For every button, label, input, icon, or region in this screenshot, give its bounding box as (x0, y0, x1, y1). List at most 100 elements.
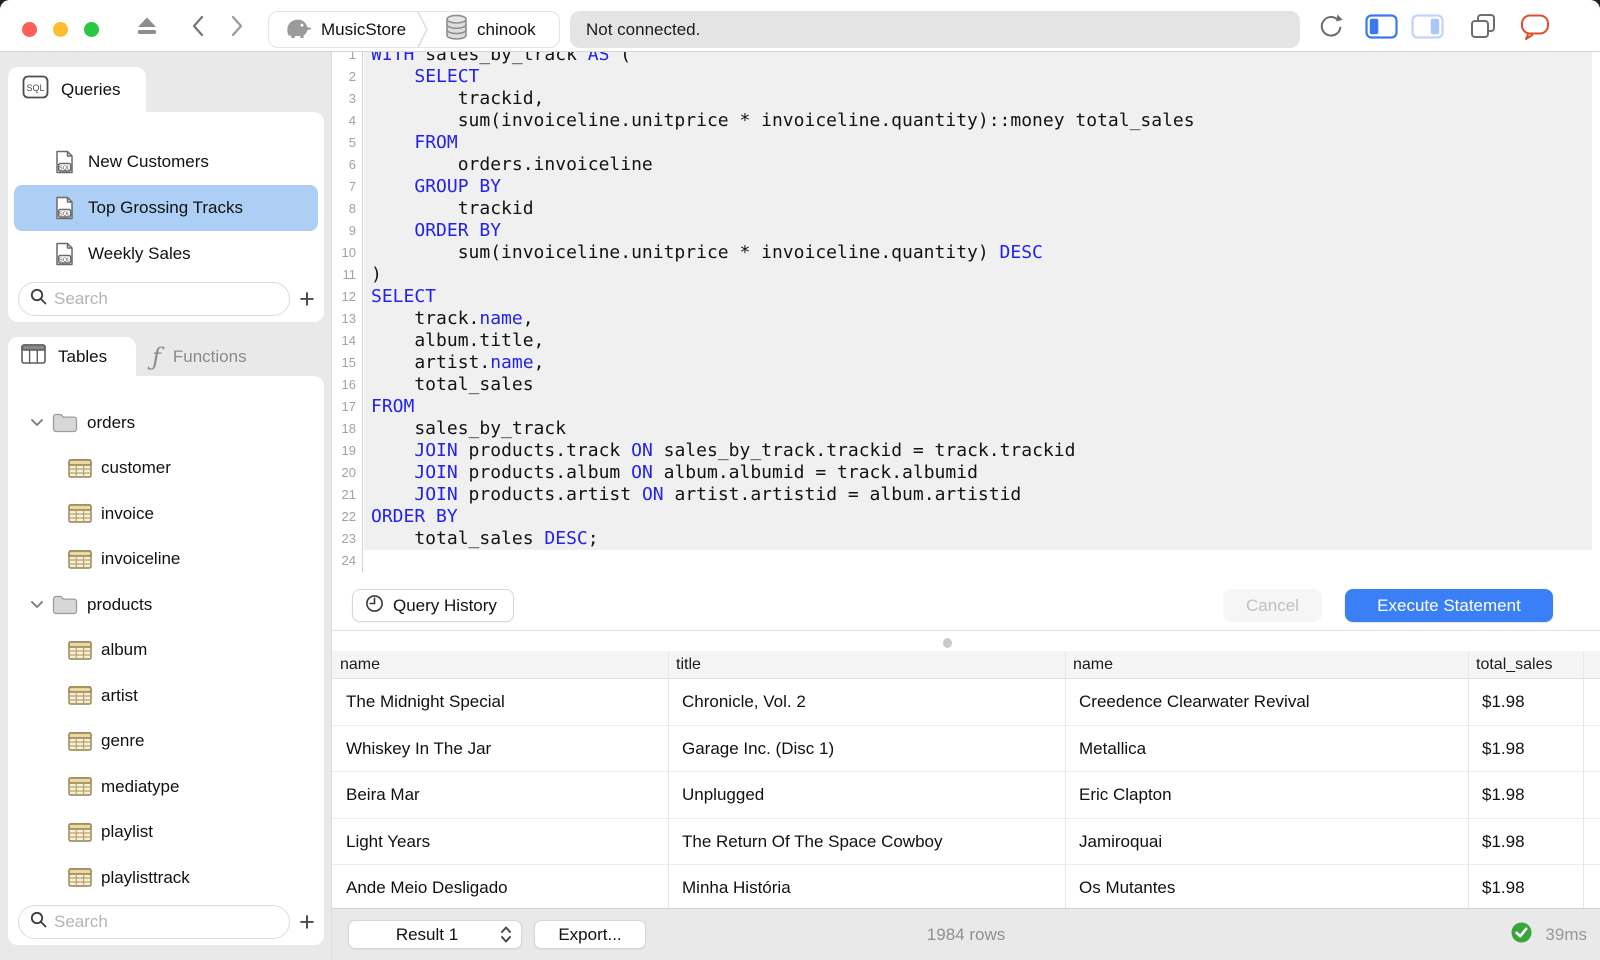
code-line[interactable]: ORDER BY (371, 506, 1600, 528)
table-cell[interactable]: Os Mutantes (1065, 865, 1468, 908)
tree-table-row[interactable]: playlist (8, 810, 324, 856)
column-divider[interactable] (1468, 651, 1469, 908)
column-divider[interactable] (668, 651, 669, 908)
eject-icon[interactable] (133, 0, 161, 52)
queries-search-input[interactable] (54, 289, 264, 309)
code-line[interactable]: sum(invoiceline.unitprice * invoiceline.… (371, 242, 1600, 264)
table-row[interactable]: Ande Meio Desligado Minha História Os Muta… (332, 865, 1600, 908)
table-row[interactable]: The Midnight Special Chronicle, Vol. 2 Cre… (332, 679, 1600, 726)
table-cell[interactable]: Jamiroquai (1065, 819, 1468, 866)
table-cell[interactable]: Creedence Clearwater Revival (1065, 679, 1468, 726)
table-cell[interactable]: $1.98 (1468, 772, 1583, 819)
table-row[interactable]: Beira Mar Unplugged Eric Clapton $1.98 (332, 772, 1600, 819)
column-header[interactable]: total_sales (1468, 651, 1553, 679)
code-line[interactable]: GROUP BY (371, 176, 1600, 198)
code-line[interactable]: album.title, (371, 330, 1600, 352)
query-list-item[interactable]: SQL Top Grossing Tracks (14, 185, 318, 231)
table-cell[interactable]: $1.98 (1468, 819, 1583, 866)
tables-search-input[interactable] (54, 912, 264, 932)
back-button[interactable] (184, 0, 212, 52)
table-cell[interactable]: $1.98 (1468, 726, 1583, 773)
tables-search-field[interactable] (18, 905, 290, 939)
query-history-button[interactable]: Query History (352, 589, 514, 622)
execute-statement-button[interactable]: Execute Statement (1345, 589, 1553, 622)
code-line[interactable]: ORDER BY (371, 220, 1600, 242)
code-line[interactable]: sum(invoiceline.unitprice * invoiceline.… (371, 110, 1600, 132)
table-cell[interactable]: $1.98 (1468, 865, 1583, 908)
close-window-button[interactable] (22, 22, 37, 37)
table-cell[interactable]: $1.98 (1468, 679, 1583, 726)
tree-table-row[interactable]: genre (8, 719, 324, 765)
table-cell[interactable]: Light Years (332, 819, 668, 866)
tree-table-row[interactable]: playlisttrack (8, 855, 324, 901)
code-line[interactable]: track.name, (371, 308, 1600, 330)
cancel-button[interactable]: Cancel (1223, 589, 1322, 622)
breadcrumb-server[interactable]: MusicStore (269, 12, 416, 47)
sql-editor[interactable]: 1 2 3 4 5 6 7 8 9 10 11 12 13 14 15 16 17 18 19 20 21 22 23 24 … (332, 52, 1600, 572)
column-divider[interactable] (1065, 651, 1066, 908)
table-cell[interactable]: The Midnight Special (332, 679, 668, 726)
code-line[interactable]: artist.name, (371, 352, 1600, 374)
code-line[interactable]: total_sales (371, 374, 1600, 396)
code-line[interactable]: JOIN products.track ON sales_by_track.tr… (371, 440, 1600, 462)
column-divider[interactable] (1583, 651, 1584, 908)
query-list-item[interactable]: SQL Weekly Sales (14, 231, 318, 277)
tree-table-row[interactable]: album (8, 628, 324, 674)
tab-tables[interactable]: Tables (8, 337, 136, 376)
tab-queries[interactable]: SQL Queries (8, 67, 146, 112)
table-cell[interactable]: Ande Meio Desligado (332, 865, 668, 908)
chevron-down-icon[interactable] (30, 600, 46, 609)
code-line[interactable]: total_sales DESC; (371, 528, 1600, 550)
forward-button[interactable] (223, 0, 251, 52)
column-header[interactable]: name (1065, 651, 1113, 679)
tree-table-row[interactable]: invoice (8, 491, 324, 537)
table-cell[interactable]: Garage Inc. (Disc 1) (668, 726, 1065, 773)
zoom-window-button[interactable] (84, 22, 99, 37)
minimize-window-button[interactable] (53, 22, 68, 37)
code-line[interactable] (371, 550, 1600, 572)
table-cell[interactable]: The Return Of The Space Cowboy (668, 819, 1065, 866)
tree-folder-row[interactable]: orders (8, 400, 324, 446)
feedback-chat-icon[interactable] (1516, 0, 1554, 52)
table-cell[interactable]: Minha História (668, 865, 1065, 908)
export-button[interactable]: Export... (534, 920, 646, 949)
chevron-down-icon[interactable] (30, 418, 46, 427)
code-line[interactable]: ) (371, 264, 1600, 286)
code-line[interactable]: FROM (371, 132, 1600, 154)
tree-table-row[interactable]: artist (8, 673, 324, 719)
code-area[interactable]: WITH sales_by_track AS ( SELECT trackid,… (364, 52, 1600, 572)
result-selector[interactable]: Result 1 (348, 920, 522, 949)
toggle-right-sidebar-icon[interactable] (1408, 0, 1446, 52)
table-row[interactable]: Light Years The Return Of The Space Cowbo… (332, 819, 1600, 866)
table-cell[interactable]: Metallica (1065, 726, 1468, 773)
queries-search-field[interactable] (18, 282, 290, 316)
code-line[interactable]: FROM (371, 396, 1600, 418)
windows-overlap-icon[interactable] (1464, 0, 1502, 52)
code-line[interactable]: sales_by_track (371, 418, 1600, 440)
add-table-button[interactable]: + (292, 905, 322, 939)
tree-table-row[interactable]: customer (8, 446, 324, 492)
table-cell[interactable]: Eric Clapton (1065, 772, 1468, 819)
breadcrumb-database[interactable]: chinook (430, 12, 546, 47)
code-line[interactable]: WITH sales_by_track AS ( (371, 52, 1600, 66)
code-line[interactable]: JOIN products.artist ON artist.artistid … (371, 484, 1600, 506)
splitter-drag-handle[interactable] (943, 638, 952, 648)
add-query-button[interactable]: + (292, 282, 322, 316)
tree-folder-row[interactable]: products (8, 582, 324, 628)
table-cell[interactable]: Beira Mar (332, 772, 668, 819)
code-line[interactable]: trackid, (371, 88, 1600, 110)
column-header[interactable]: title (668, 651, 701, 679)
tab-functions[interactable]: ƒ Functions (136, 337, 294, 376)
refresh-button[interactable] (1314, 0, 1344, 52)
table-row[interactable]: Whiskey In The Jar Garage Inc. (Disc 1) Me… (332, 726, 1600, 773)
code-line[interactable]: orders.invoiceline (371, 154, 1600, 176)
table-cell[interactable]: Chronicle, Vol. 2 (668, 679, 1065, 726)
code-line[interactable]: SELECT (371, 66, 1600, 88)
table-cell[interactable]: Whiskey In The Jar (332, 726, 668, 773)
code-line[interactable]: trackid (371, 198, 1600, 220)
code-line[interactable]: JOIN products.album ON album.albumid = t… (371, 462, 1600, 484)
code-line[interactable]: SELECT (371, 286, 1600, 308)
query-list-item[interactable]: SQL New Customers (14, 139, 318, 185)
tree-table-row[interactable]: mediatype (8, 764, 324, 810)
toggle-left-sidebar-icon[interactable] (1362, 0, 1400, 52)
